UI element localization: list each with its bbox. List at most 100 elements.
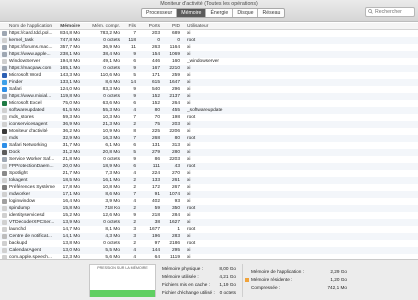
stat-value: 0 octets (219, 290, 236, 295)
process-memory: 124,0 Mo (60, 87, 80, 92)
process-compressed: 38,4 Mo (102, 52, 120, 57)
search-input[interactable] (375, 8, 413, 16)
tab-reseau[interactable]: Réseau (258, 9, 284, 17)
column-header-compressed[interactable]: Mém. compr. (91, 23, 120, 30)
process-ports: 279 (151, 150, 160, 155)
process-compressed: 20,8 Mo (102, 150, 120, 155)
process-table: https://card.tdd.pol... 834,8 Mo 783,2 Mo 7… (0, 30, 418, 259)
table-row[interactable]: Finder 133,1 Mo 8,6 Mo 14 615 1647 xi (0, 79, 418, 86)
process-compressed: 16,3 Mo (102, 136, 120, 141)
process-user: xi (187, 87, 191, 92)
column-header-name[interactable]: Nom de l'application (9, 23, 52, 30)
tab-disque[interactable]: Disque (233, 9, 259, 17)
process-threads: 6 (133, 143, 136, 148)
column-header-threads[interactable]: Fils (121, 23, 136, 30)
generic-process-icon (2, 241, 7, 246)
web-icon (2, 66, 7, 71)
table-row[interactable]: https://www.mixial... 119,8 Mo 0 octets 9 15… (0, 93, 418, 100)
process-ports: 167 (151, 66, 160, 71)
table-row[interactable]: kernel_task 747,8 Mo 0 octets 118 0 0 root (0, 37, 418, 44)
table-header: Nom de l'application Mémoire Mém. compr.… (0, 23, 418, 30)
process-pid: 1647 (169, 80, 180, 85)
process-ports: 0 (157, 38, 160, 43)
table-row[interactable]: Préférences Système 17,8 Mo 10,8 Mo 2 172 267… (0, 184, 418, 191)
generic-process-icon (2, 178, 7, 183)
process-threads: 2 (133, 122, 136, 127)
table-row[interactable]: Centre de notificat... 14,1 Mo 4,3 Mo 3 196 2… (0, 233, 418, 240)
stat-value: 1,20 Go (330, 277, 347, 282)
table-row[interactable]: tokagent 18,5 Mo 16,1 Mo 2 133 261 xi (0, 177, 418, 184)
table-row[interactable]: mdworker 17,1 Mo 8,6 Mo 7 91 1074 xi (0, 191, 418, 198)
table-row[interactable]: CalendarAgent 13,0 Mo 5,5 Mo 4 144 295 xi (0, 247, 418, 254)
process-user: xi (187, 220, 191, 225)
table-row[interactable]: Microsoft Word 143,3 Mo 110,6 Mo 5 171 259 xi (0, 72, 418, 79)
process-pid: 280 (171, 150, 180, 155)
generic-process-icon (2, 115, 7, 120)
process-compressed: 12,6 Mo (102, 213, 120, 218)
process-pid: 455 (171, 108, 180, 113)
process-threads: 7 (133, 192, 136, 197)
process-pid: 261 (171, 178, 180, 183)
process-compressed: 21,3 Mo (102, 122, 120, 127)
stat-label: Fichier d'échange utilisé : (162, 290, 215, 295)
table-row[interactable]: backupd 13,8 Mo 0 octets 2 97 2186 root (0, 240, 418, 247)
table-row[interactable]: loginwindow 16,4 Mo 3,9 Mo 4 402 93 xi (0, 198, 418, 205)
column-header-ports[interactable]: Ports (138, 23, 160, 30)
process-pid: 284 (171, 213, 180, 218)
process-pid: 267 (171, 185, 180, 190)
process-memory: 14,1 Mo (62, 234, 80, 239)
process-threads: 2 (133, 206, 136, 211)
process-pid: 43 (174, 164, 180, 169)
process-threads: 6 (133, 59, 136, 64)
column-header-pid[interactable]: PID (160, 23, 180, 30)
table-row[interactable]: Service Worker Saf... 21,8 Mo 0 octets 9 86 2… (0, 156, 418, 163)
process-memory: 143,3 Mo (60, 73, 80, 78)
process-memory: 31,7 Mo (62, 143, 80, 148)
process-user: root (187, 38, 196, 43)
process-threads: 9 (133, 87, 136, 92)
table-row[interactable]: FPProtectionDaem... 20,0 Mo 18,9 Mo 6 111 43 r… (0, 163, 418, 170)
table-row[interactable]: WindowServer 194,8 Mo 49,1 Mo 6 446 160 _windo… (0, 58, 418, 65)
tab-memoire[interactable]: Mémoire (177, 9, 207, 17)
table-row[interactable]: https://macpaw.com 165,1 Mo 0 octets 9 167 22… (0, 65, 418, 72)
table-row[interactable]: identityservicesd 15,2 Mo 12,6 Mo 9 218 284 xi (0, 212, 418, 219)
process-threads: 9 (133, 157, 136, 162)
word-icon (2, 73, 7, 78)
process-ports: 59 (154, 206, 160, 211)
process-threads: 3 (133, 234, 136, 239)
process-ports: 80 (154, 108, 160, 113)
process-compressed: 10,9 Mo (102, 129, 120, 134)
table-row[interactable]: softwareupdated 61,5 Mo 55,3 Mo 4 80 455 _soft… (0, 107, 418, 114)
table-row[interactable]: Microsoft Excel 75,0 Mo 63,6 Mo 6 152 264 xi (0, 100, 418, 107)
table-row[interactable]: https://forums.mac... 357,7 Mo 36,9 Mo 11 26… (0, 44, 418, 51)
process-user: root (187, 136, 196, 141)
process-compressed: 16,1 Mo (102, 178, 120, 183)
table-row[interactable]: Moniteur d'activité 36,2 Mo 10,9 Mo 8 225 220… (0, 128, 418, 135)
table-row[interactable]: launchd 14,7 Mo 8,1 Mo 3 1677 1 root (0, 226, 418, 233)
column-header-user[interactable]: Utilisateur (187, 23, 247, 30)
table-row[interactable]: https://card.tdd.pol... 834,8 Mo 783,2 Mo 7… (0, 30, 418, 37)
tab-energie[interactable]: Énergie (206, 9, 234, 17)
table-row[interactable]: Safari Networking 31,7 Mo 6,1 Mo 6 131 313 xi (0, 142, 418, 149)
process-ports: 1677 (149, 227, 160, 232)
search-field[interactable] (365, 7, 415, 17)
process-pid: 350 (171, 206, 180, 211)
process-memory: 238,1 Mo (60, 52, 80, 57)
tab-processeur[interactable]: Processeur (142, 9, 178, 17)
process-ports: 263 (151, 45, 160, 50)
table-row[interactable]: Spotlight 21,7 Mo 7,3 Mo 4 224 270 xi (0, 170, 418, 177)
process-compressed: 0 octets (103, 157, 120, 162)
process-pid: 283 (171, 234, 180, 239)
table-row[interactable]: Safari 124,0 Mo 83,3 Mo 9 540 296 xi (0, 86, 418, 93)
table-row[interactable]: spindump 15,8 Mo 718 Ko 2 59 350 root (0, 205, 418, 212)
column-header-memory[interactable]: Mémoire (60, 23, 80, 30)
table-row[interactable]: iconservicesagent 36,9 Mo 21,3 Mo 2 75 203 xi (0, 121, 418, 128)
table-row[interactable]: https://www.apple... 238,1 Mo 38,4 Mo 9 154 1… (0, 51, 418, 58)
table-row[interactable]: mds 32,9 Mo 16,3 Mo 7 268 80 root (0, 135, 418, 142)
table-row[interactable]: Dock 31,2 Mo 20,8 Mo 5 279 280 xi (0, 149, 418, 156)
table-row[interactable]: mds_stores 59,3 Mo 10,3 Mo 7 70 198 root (0, 114, 418, 121)
process-ports: 144 (151, 248, 160, 253)
table-row[interactable]: VTDecoderXPCSer... 13,9 Mo 0 octets 2 38 1627… (0, 219, 418, 226)
process-user: xi (187, 31, 191, 36)
process-ports: 540 (151, 87, 160, 92)
